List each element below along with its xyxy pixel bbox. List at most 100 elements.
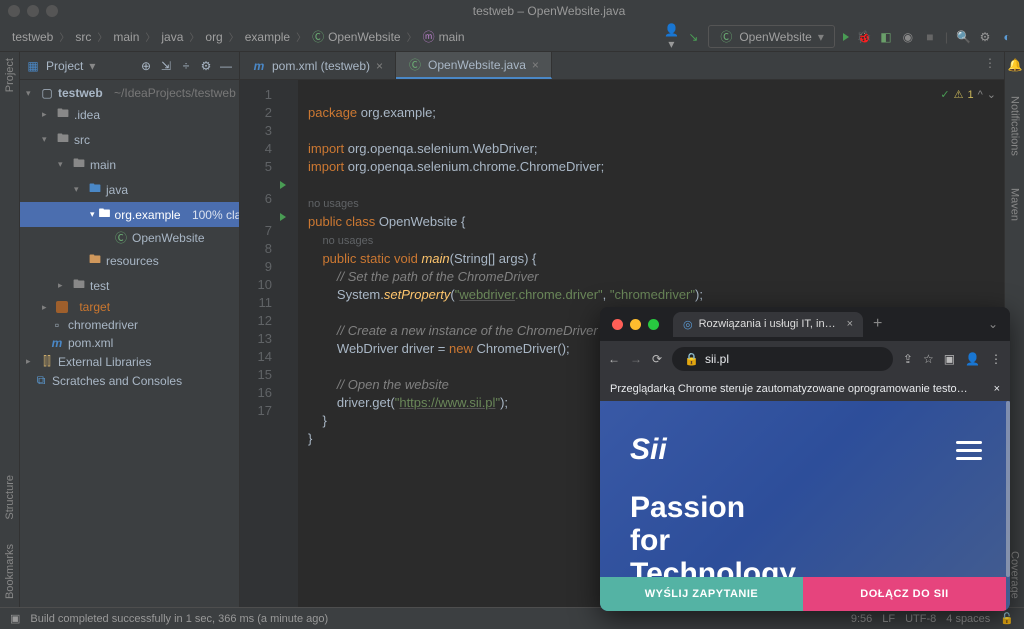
gear-icon[interactable]: ⚙ bbox=[199, 59, 213, 73]
tree-item[interactable]: ▾🖿src bbox=[20, 127, 239, 152]
menu-icon[interactable]: ⋮ bbox=[990, 352, 1002, 366]
ide-icon[interactable]: ◐ bbox=[1000, 30, 1014, 44]
address-bar[interactable]: 🔒 sii.pl bbox=[672, 347, 893, 371]
notifications-icon[interactable]: 🔔 bbox=[1008, 58, 1022, 72]
run-toolbar: 👤▾ ↘ Ⓒ OpenWebsite ▾ 🐞 ◧ ◉ ■ | 🔍 ⚙ ◐ bbox=[664, 23, 1014, 51]
reload-button[interactable]: ⟳ bbox=[652, 352, 662, 366]
tree-item[interactable]: ▾🖿main bbox=[20, 152, 239, 177]
tree-item[interactable]: ▾🖿java bbox=[20, 177, 239, 202]
browser-tab[interactable]: ◎ Rozwiązania i usługi IT, inżynie… × bbox=[673, 312, 863, 337]
run-gutter-icon[interactable] bbox=[280, 208, 298, 226]
inspection-indicator[interactable]: ✓ ⚠1 ^⌄ bbox=[940, 86, 996, 104]
tree-item[interactable]: ⧉Scratches and Consoles bbox=[20, 371, 239, 390]
close-icon[interactable]: × bbox=[847, 318, 853, 330]
lock-icon[interactable]: ▣ bbox=[10, 612, 20, 625]
tree-item[interactable]: mpom.xml bbox=[20, 334, 239, 352]
editor-tabs: mpom.xml (testweb)× ⒸOpenWebsite.java× ⋮ bbox=[240, 52, 1004, 80]
forward-button[interactable]: → bbox=[630, 352, 642, 366]
breadcrumb-part[interactable]: example bbox=[243, 30, 292, 44]
breadcrumb-part[interactable]: org bbox=[203, 30, 224, 44]
collapse-icon[interactable]: ÷ bbox=[179, 59, 193, 73]
line-sep[interactable]: LF bbox=[882, 613, 895, 625]
close-icon[interactable]: × bbox=[994, 383, 1000, 395]
profile-icon[interactable]: 👤 bbox=[965, 352, 980, 366]
run-button[interactable] bbox=[843, 30, 849, 44]
close-dot[interactable] bbox=[8, 5, 20, 17]
cta-send-inquiry[interactable]: WYŚLIJ ZAPYTANIE bbox=[600, 577, 803, 611]
caret-pos[interactable]: 9:56 bbox=[851, 613, 872, 625]
run-config-selector[interactable]: Ⓒ OpenWebsite ▾ bbox=[708, 25, 835, 48]
tree-item-openwebsite[interactable]: ⒸOpenWebsite bbox=[20, 227, 239, 248]
expand-icon[interactable]: ⇲ bbox=[159, 59, 173, 73]
run-gutter-icon[interactable] bbox=[280, 176, 298, 194]
chrome-browser-window: ◎ Rozwiązania i usługi IT, inżynie… × + … bbox=[600, 307, 1010, 611]
cta-join-sii[interactable]: DOŁĄCZ DO SII bbox=[803, 577, 1006, 611]
sii-logo[interactable]: Sii bbox=[630, 433, 667, 467]
tree-item[interactable]: ▸⫿⫿External Libraries bbox=[20, 352, 239, 371]
editor-tab-pom[interactable]: mpom.xml (testweb)× bbox=[240, 52, 396, 79]
url-text: sii.pl bbox=[705, 352, 729, 366]
search-icon[interactable]: 🔍 bbox=[956, 30, 970, 44]
project-view-title[interactable]: Project bbox=[46, 59, 83, 73]
minimize-dot[interactable] bbox=[630, 319, 641, 330]
tree-item-selected[interactable]: ▾🖿org.example 100% classes bbox=[20, 202, 239, 227]
rail-project[interactable]: Project bbox=[4, 58, 16, 92]
new-tab-button[interactable]: + bbox=[873, 315, 882, 333]
editor-tab-openwebsite[interactable]: ⒸOpenWebsite.java× bbox=[396, 52, 552, 79]
breadcrumb-part[interactable]: main bbox=[437, 30, 467, 44]
build-hammer-icon[interactable]: ↘ bbox=[686, 30, 700, 44]
window-titlebar: testweb – OpenWebsite.java bbox=[0, 0, 1024, 22]
zoom-dot[interactable] bbox=[46, 5, 58, 17]
breadcrumb-part[interactable]: java bbox=[159, 30, 185, 44]
select-opened-file-icon[interactable]: ⊕ bbox=[139, 59, 153, 73]
gutter-icons bbox=[280, 80, 298, 607]
breadcrumb-part[interactable]: OpenWebsite bbox=[326, 30, 403, 44]
profile-button[interactable]: ◉ bbox=[901, 30, 915, 44]
debug-button[interactable]: 🐞 bbox=[857, 30, 871, 44]
close-icon[interactable]: × bbox=[532, 58, 539, 72]
share-icon[interactable]: ⇪ bbox=[903, 352, 913, 366]
encoding[interactable]: UTF-8 bbox=[905, 613, 936, 625]
readonly-icon[interactable]: 🔓 bbox=[1000, 612, 1014, 625]
automation-banner: Przeglądarką Chrome steruje zautomatyzow… bbox=[600, 377, 1010, 401]
tree-item[interactable]: ▫chromedriver bbox=[20, 316, 239, 334]
zoom-dot[interactable] bbox=[648, 319, 659, 330]
rail-notifications[interactable]: Notifications bbox=[1009, 96, 1021, 156]
rail-maven[interactable]: Maven bbox=[1009, 188, 1021, 221]
window-title: testweb – OpenWebsite.java bbox=[74, 4, 1024, 18]
tree-item-target[interactable]: ▸ target bbox=[20, 298, 239, 316]
close-dot[interactable] bbox=[612, 319, 623, 330]
breadcrumb-bar[interactable]: testweb〉 src〉 main〉 java〉 org〉 example〉 … bbox=[10, 28, 664, 45]
close-icon[interactable]: × bbox=[376, 59, 383, 73]
tree-item[interactable]: ▸🖿test bbox=[20, 273, 239, 298]
indent[interactable]: 4 spaces bbox=[946, 613, 990, 625]
settings-icon[interactable]: ⚙ bbox=[978, 30, 992, 44]
chevron-down-icon[interactable]: ⌄ bbox=[988, 317, 1004, 331]
rail-structure[interactable]: Structure bbox=[4, 475, 16, 520]
stop-button[interactable]: ■ bbox=[923, 30, 937, 44]
breadcrumb-part[interactable]: main bbox=[111, 30, 141, 44]
rail-bookmarks[interactable]: Bookmarks bbox=[4, 544, 16, 599]
build-status: Build completed successfully in 1 sec, 3… bbox=[30, 613, 328, 625]
coverage-button[interactable]: ◧ bbox=[879, 30, 893, 44]
hamburger-menu-icon[interactable] bbox=[956, 441, 982, 460]
hide-icon[interactable]: — bbox=[219, 59, 233, 73]
breadcrumb-part[interactable]: src bbox=[73, 30, 93, 44]
back-button[interactable]: ← bbox=[608, 352, 620, 366]
minimize-dot[interactable] bbox=[27, 5, 39, 17]
user-icon[interactable]: 👤▾ bbox=[664, 23, 678, 51]
extensions-icon[interactable]: ▣ bbox=[944, 352, 955, 366]
page-scrollbar[interactable] bbox=[1006, 401, 1010, 577]
breadcrumb-part[interactable]: testweb bbox=[10, 30, 55, 44]
project-tool-window: ▦ Project ▾ ⊕ ⇲ ÷ ⚙ — ▾▢testweb ~/IdeaPr… bbox=[20, 52, 240, 607]
rail-coverage[interactable]: Coverage bbox=[1009, 551, 1021, 599]
tree-root[interactable]: ▾▢testweb ~/IdeaProjects/testweb bbox=[20, 84, 239, 102]
tab-title: Rozwiązania i usługi IT, inżynie… bbox=[699, 318, 841, 330]
page-content[interactable]: Sii Passion for Technology WYŚLIJ ZAPYTA… bbox=[600, 401, 1010, 611]
editor-menu-icon[interactable]: ⋮ bbox=[976, 52, 1004, 79]
hero-headline: Passion for Technology bbox=[630, 491, 796, 590]
project-tree[interactable]: ▾▢testweb ~/IdeaProjects/testweb ▸🖿.idea… bbox=[20, 80, 239, 607]
tree-item[interactable]: 🖿resources bbox=[20, 248, 239, 273]
star-icon[interactable]: ☆ bbox=[923, 352, 934, 366]
tree-item[interactable]: ▸🖿.idea bbox=[20, 102, 239, 127]
